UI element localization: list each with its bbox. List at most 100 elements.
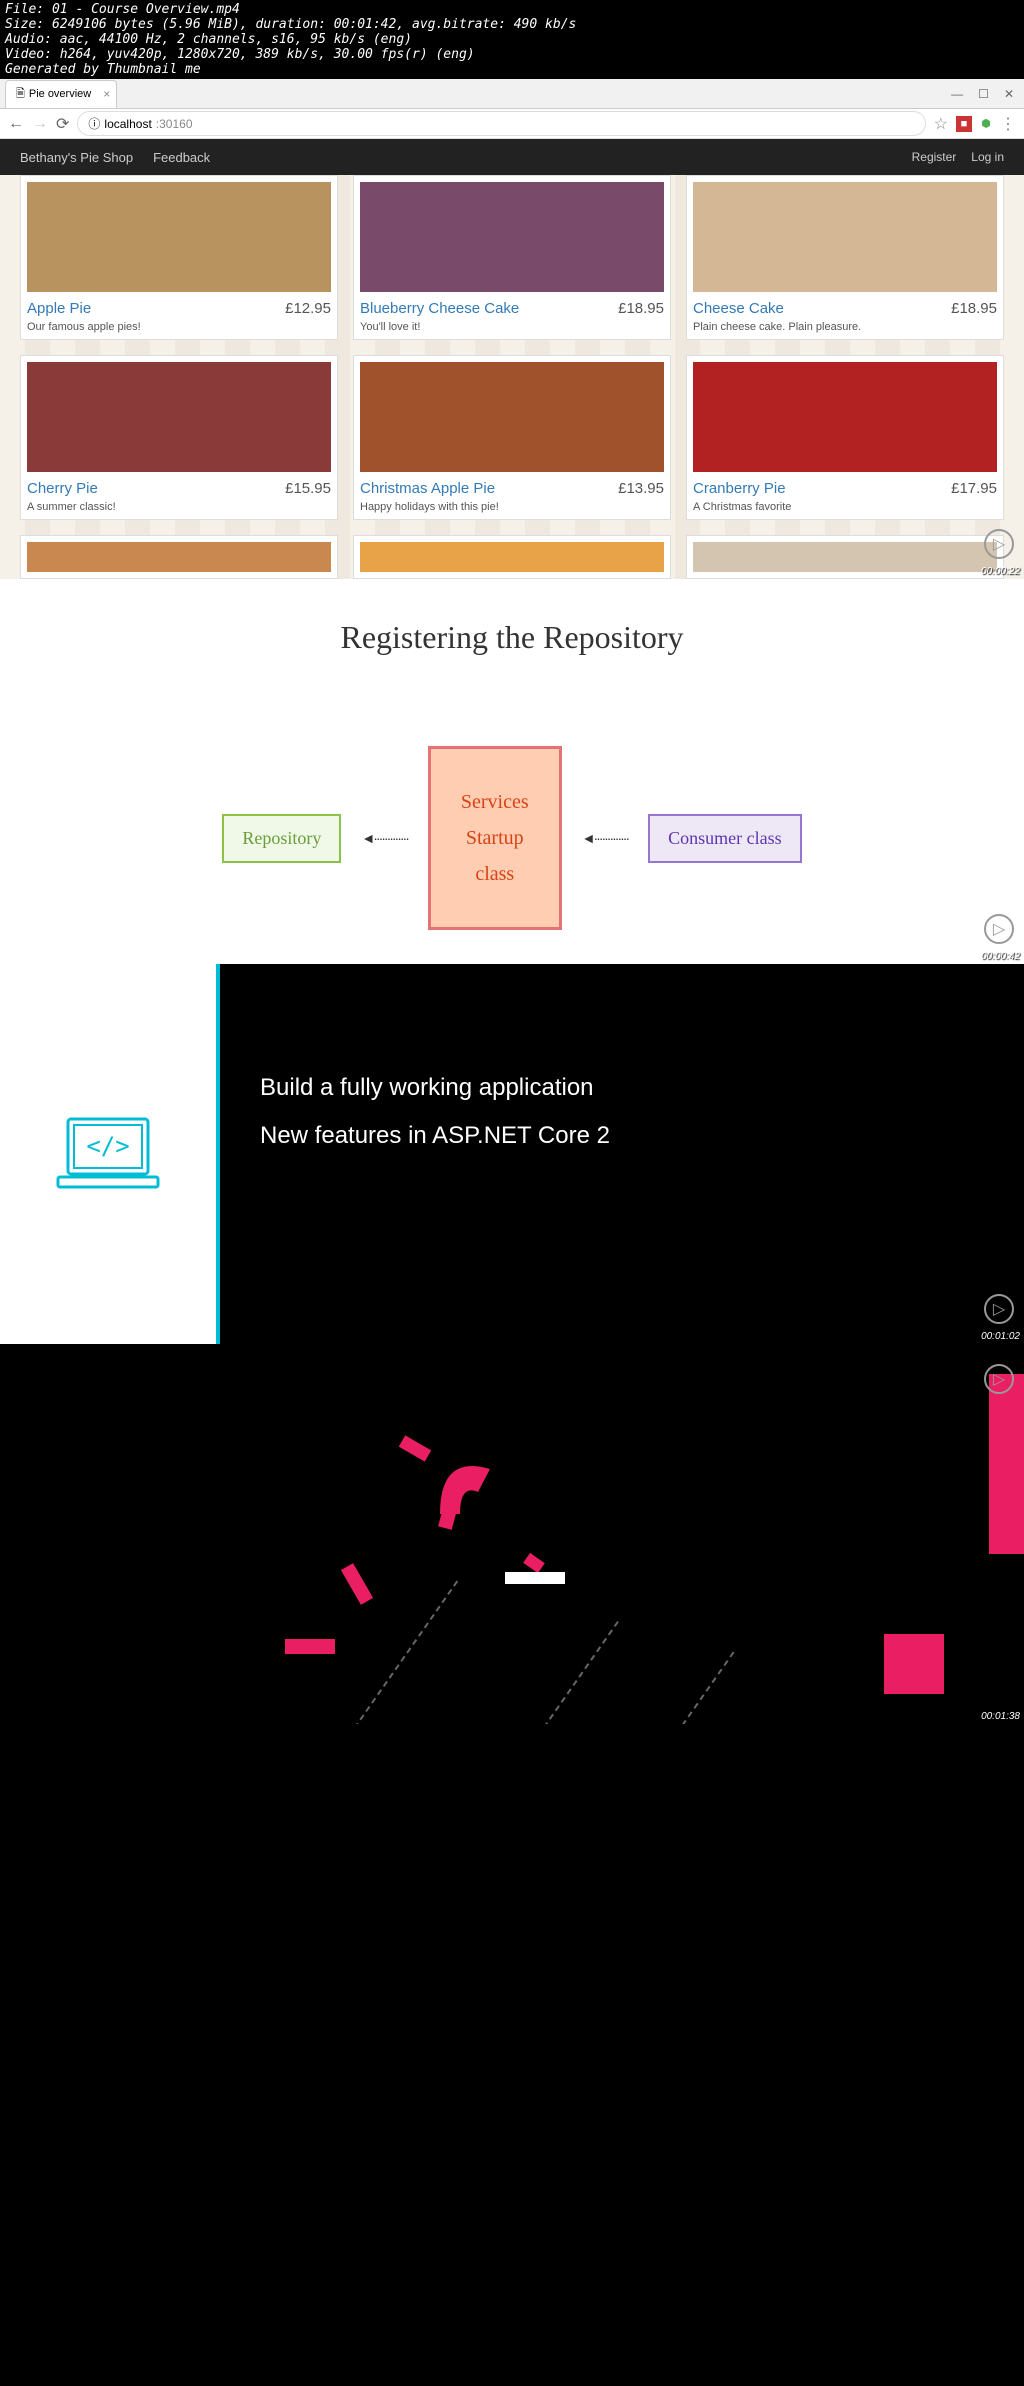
maximize-icon[interactable]: ☐ [978, 87, 989, 101]
pink-shape [285, 1639, 335, 1654]
video-line: Video: h264, yuv420p, 1280x720, 389 kb/s… [5, 47, 1019, 62]
timestamp-1: 00:00:22 [981, 566, 1020, 577]
navbar: Bethany's Pie Shop Feedback Register Log… [0, 139, 1024, 175]
pie-image [27, 362, 331, 472]
close-icon[interactable]: × [103, 87, 110, 101]
thumbnail-frame-2: Registering the Repository Repository ◄·… [0, 579, 1024, 964]
consumer-box: Consumer class [648, 814, 801, 863]
partial-row [20, 535, 1004, 579]
tab-bar: 🗎 Pie overview × — ☐ ✕ [0, 79, 1024, 109]
pie-name-link[interactable]: Christmas Apple Pie [360, 480, 495, 497]
play-icon: ▷ [984, 529, 1014, 559]
browser-tab[interactable]: 🗎 Pie overview × [5, 80, 117, 108]
content-area: Apple Pie £12.95 Our famous apple pies! … [0, 175, 1024, 579]
pie-price: £18.95 [951, 300, 997, 317]
menu-icon[interactable]: ⋮ [1000, 114, 1016, 134]
bullet-1: Build a fully working application [260, 1064, 984, 1112]
laptop-icon: </> [48, 1109, 168, 1199]
pie-card[interactable]: Cheese Cake £18.95 Plain cheese cake. Pl… [686, 175, 1004, 340]
extension-icon-2[interactable]: ⬢ [978, 116, 994, 132]
pie-image-partial [360, 542, 664, 572]
pie-price: £15.95 [285, 480, 331, 497]
play-icon: ▷ [984, 914, 1014, 944]
pie-price: £13.95 [618, 480, 664, 497]
bullet-2: New features in ASP.NET Core 2 [260, 1112, 984, 1160]
slide-content: Build a fully working application New fe… [220, 964, 1024, 1344]
pie-description: A summer classic! [27, 501, 331, 513]
pie-name-link[interactable]: Apple Pie [27, 300, 91, 317]
url-input[interactable]: ⓘ localhost:30160 [77, 111, 925, 136]
dashed-line [676, 1651, 735, 1724]
pink-shape [523, 1553, 545, 1573]
browser-chrome: 🗎 Pie overview × — ☐ ✕ ← → ⟳ ⓘ localhost… [0, 79, 1024, 139]
extension-icon-1[interactable]: ■ [956, 116, 972, 132]
pie-description: Our famous apple pies! [27, 321, 331, 333]
file-line: File: 01 - Course Overview.mp4 [5, 2, 1019, 17]
pie-price: £18.95 [618, 300, 664, 317]
slide-title: Registering the Repository [20, 619, 1004, 656]
size-line: Size: 6249106 bytes (5.96 MiB), duration… [5, 17, 1019, 32]
pie-shop-app: Bethany's Pie Shop Feedback Register Log… [0, 139, 1024, 579]
repository-box: Repository [222, 814, 341, 863]
pie-image [693, 362, 997, 472]
back-icon[interactable]: ← [8, 115, 24, 133]
pink-shape [884, 1634, 944, 1694]
generated-line: Generated by Thumbnail me [5, 62, 1019, 77]
pie-description: Happy holidays with this pie! [360, 501, 664, 513]
pie-grid: Apple Pie £12.95 Our famous apple pies! … [20, 175, 1004, 520]
timestamp-3: 00:01:02 [981, 1331, 1020, 1342]
feedback-link[interactable]: Feedback [153, 150, 210, 165]
thumbnail-frame-1: 🗎 Pie overview × — ☐ ✕ ← → ⟳ ⓘ localhost… [0, 79, 1024, 579]
diagram: Repository ◄············· Services Start… [20, 746, 1004, 930]
pie-description: You'll love it! [360, 321, 664, 333]
close-window-icon[interactable]: ✕ [1004, 87, 1014, 101]
play-icon: ▷ [984, 1294, 1014, 1324]
white-shape [505, 1572, 565, 1584]
login-link[interactable]: Log in [971, 150, 1004, 164]
forward-icon[interactable]: → [32, 115, 48, 133]
window-controls: — ☐ ✕ [951, 87, 1014, 101]
pie-name-link[interactable]: Cheese Cake [693, 300, 784, 317]
address-bar: ← → ⟳ ⓘ localhost:30160 ☆ ■ ⬢ ⋮ [0, 109, 1024, 139]
dashed-line [531, 1621, 619, 1724]
pie-image [27, 182, 331, 292]
reload-icon[interactable]: ⟳ [56, 114, 69, 134]
pie-card[interactable]: Christmas Apple Pie £13.95 Happy holiday… [353, 355, 671, 520]
pie-price: £12.95 [285, 300, 331, 317]
video-metadata: File: 01 - Course Overview.mp4 Size: 624… [0, 0, 1024, 79]
slide-sidebar: </> [0, 964, 220, 1344]
pie-price: £17.95 [951, 480, 997, 497]
services-line1: Services [461, 784, 529, 820]
pie-name-link[interactable]: Cherry Pie [27, 480, 98, 497]
pink-shape [341, 1563, 373, 1605]
pie-image [360, 362, 664, 472]
register-link[interactable]: Register [912, 150, 957, 164]
pie-description: Plain cheese cake. Plain pleasure. [693, 321, 997, 333]
services-line2: Startup [461, 820, 529, 856]
pie-card[interactable]: Cherry Pie £15.95 A summer classic! [20, 355, 338, 520]
pie-name-link[interactable]: Blueberry Cheese Cake [360, 300, 519, 317]
pie-card[interactable]: Cranberry Pie £17.95 A Christmas favorit… [686, 355, 1004, 520]
minimize-icon[interactable]: — [951, 87, 963, 101]
url-host: localhost [104, 117, 151, 131]
info-icon[interactable]: ⓘ [88, 115, 100, 132]
pie-image [360, 182, 664, 292]
page-icon: 🗎 [16, 85, 25, 104]
brand-link[interactable]: Bethany's Pie Shop [20, 150, 133, 165]
services-box: Services Startup class [428, 746, 562, 930]
svg-text:</>: </> [86, 1132, 129, 1160]
pie-name-link[interactable]: Cranberry Pie [693, 480, 786, 497]
play-icon: ▷ [984, 1364, 1014, 1394]
timestamp-2: 00:00:42 [981, 951, 1020, 962]
pie-card[interactable]: Blueberry Cheese Cake £18.95 You'll love… [353, 175, 671, 340]
star-icon[interactable]: ☆ [934, 114, 948, 134]
pink-shape [399, 1435, 431, 1461]
timestamp-4: 00:01:38 [981, 1711, 1020, 1722]
pie-image [693, 182, 997, 292]
pie-image-partial [27, 542, 331, 572]
pie-image-partial [693, 542, 997, 572]
tab-title: Pie overview [29, 88, 91, 100]
thumbnail-frame-3: </> Build a fully working application Ne… [0, 964, 1024, 1344]
pie-card[interactable]: Apple Pie £12.95 Our famous apple pies! [20, 175, 338, 340]
audio-line: Audio: aac, 44100 Hz, 2 channels, s16, 9… [5, 32, 1019, 47]
